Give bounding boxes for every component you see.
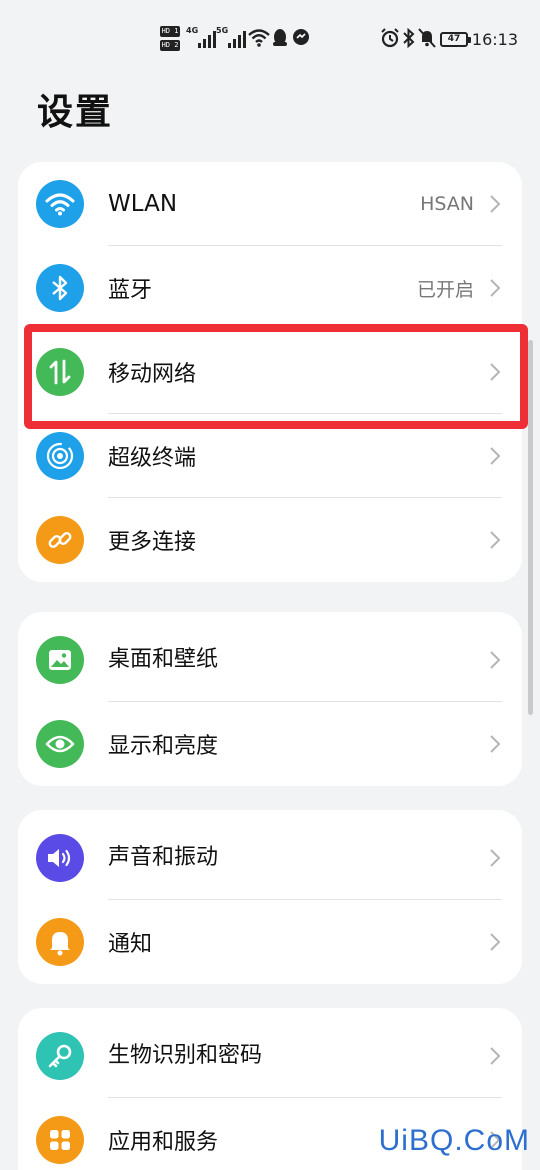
- network-type-sim1: 4G: [186, 26, 199, 35]
- settings-item-label: 声音和振动: [108, 845, 219, 870]
- settings-item-bluetooth[interactable]: 蓝牙 已开启: [18, 246, 522, 330]
- chevron-right-icon: [490, 651, 501, 669]
- settings-item-label: 桌面和壁纸: [108, 647, 219, 672]
- display-card: 桌面和壁纸 显示和亮度: [18, 612, 522, 786]
- sim1-hd-badge: HD 1: [160, 26, 180, 37]
- settings-item-biometrics-password[interactable]: 生物识别和密码: [18, 1008, 522, 1098]
- bluetooth-icon: [403, 28, 415, 48]
- hd-indicators: HD 1 HD 2: [160, 26, 182, 54]
- watermark: UiBQ.CoM: [378, 1124, 530, 1157]
- wifi-icon: [248, 29, 270, 47]
- chevron-right-icon: [490, 447, 501, 465]
- settings-item-label: 蓝牙: [108, 278, 153, 303]
- settings-item-sound-vibration[interactable]: 声音和振动: [18, 810, 522, 900]
- settings-item-more-connections[interactable]: 更多连接: [18, 498, 522, 582]
- chevron-right-icon: [490, 279, 501, 297]
- bluetooth-icon: [36, 264, 84, 312]
- battery-indicator: 47: [440, 32, 471, 47]
- signal-sim2-icon: 5G: [216, 26, 246, 48]
- link-icon: [36, 516, 84, 564]
- settings-item-label: 应用和服务: [108, 1130, 219, 1155]
- apps-icon: [36, 1116, 84, 1164]
- highlight-box: [24, 324, 528, 429]
- settings-item-label: 超级终端: [108, 446, 197, 471]
- settings-item-label: WLAN: [108, 191, 178, 217]
- mute-icon: [418, 28, 436, 48]
- wifi-icon: [36, 180, 84, 228]
- chevron-right-icon: [490, 195, 501, 213]
- status-bar: HD 1 HD 2 4G 5G 47 16:13: [0, 0, 540, 80]
- settings-item-label: 通知: [108, 932, 153, 957]
- page-title: 设置: [37, 92, 114, 133]
- chevron-right-icon: [490, 531, 501, 549]
- wallpaper-icon: [36, 636, 84, 684]
- sim2-hd-badge: HD 2: [160, 40, 180, 51]
- chevron-right-icon: [490, 735, 501, 753]
- settings-item-label: 生物识别和密码: [108, 1043, 263, 1068]
- settings-item-display-brightness[interactable]: 显示和亮度: [18, 702, 522, 786]
- settings-item-wlan[interactable]: WLAN HSAN: [18, 162, 522, 246]
- super-device-icon: [36, 432, 84, 480]
- message-icon: [293, 29, 309, 45]
- chevron-right-icon: [490, 849, 501, 867]
- settings-item-label: 显示和亮度: [108, 734, 219, 759]
- settings-item-label: 更多连接: [108, 530, 197, 555]
- chevron-right-icon: [490, 933, 501, 951]
- sound-icon: [36, 834, 84, 882]
- bell-icon: [36, 918, 84, 966]
- chevron-right-icon: [490, 1047, 501, 1065]
- qq-icon: [273, 29, 287, 46]
- network-type-sim2: 5G: [216, 26, 229, 35]
- settings-item-notifications[interactable]: 通知: [18, 900, 522, 984]
- scrollbar[interactable]: [528, 340, 533, 715]
- settings-item-value: HSAN: [420, 193, 474, 215]
- alarm-icon: [381, 28, 399, 48]
- clock: 16:13: [471, 30, 518, 49]
- key-icon: [36, 1032, 84, 1080]
- settings-item-value: 已开启: [416, 278, 474, 301]
- signal-sim1-icon: 4G: [186, 26, 216, 48]
- settings-screen: HD 1 HD 2 4G 5G 47 16:13 设置 WLAN HSAN 蓝牙…: [0, 0, 540, 1170]
- settings-item-wallpaper[interactable]: 桌面和壁纸: [18, 612, 522, 702]
- sound-card: 声音和振动 通知: [18, 810, 522, 984]
- eye-icon: [36, 720, 84, 768]
